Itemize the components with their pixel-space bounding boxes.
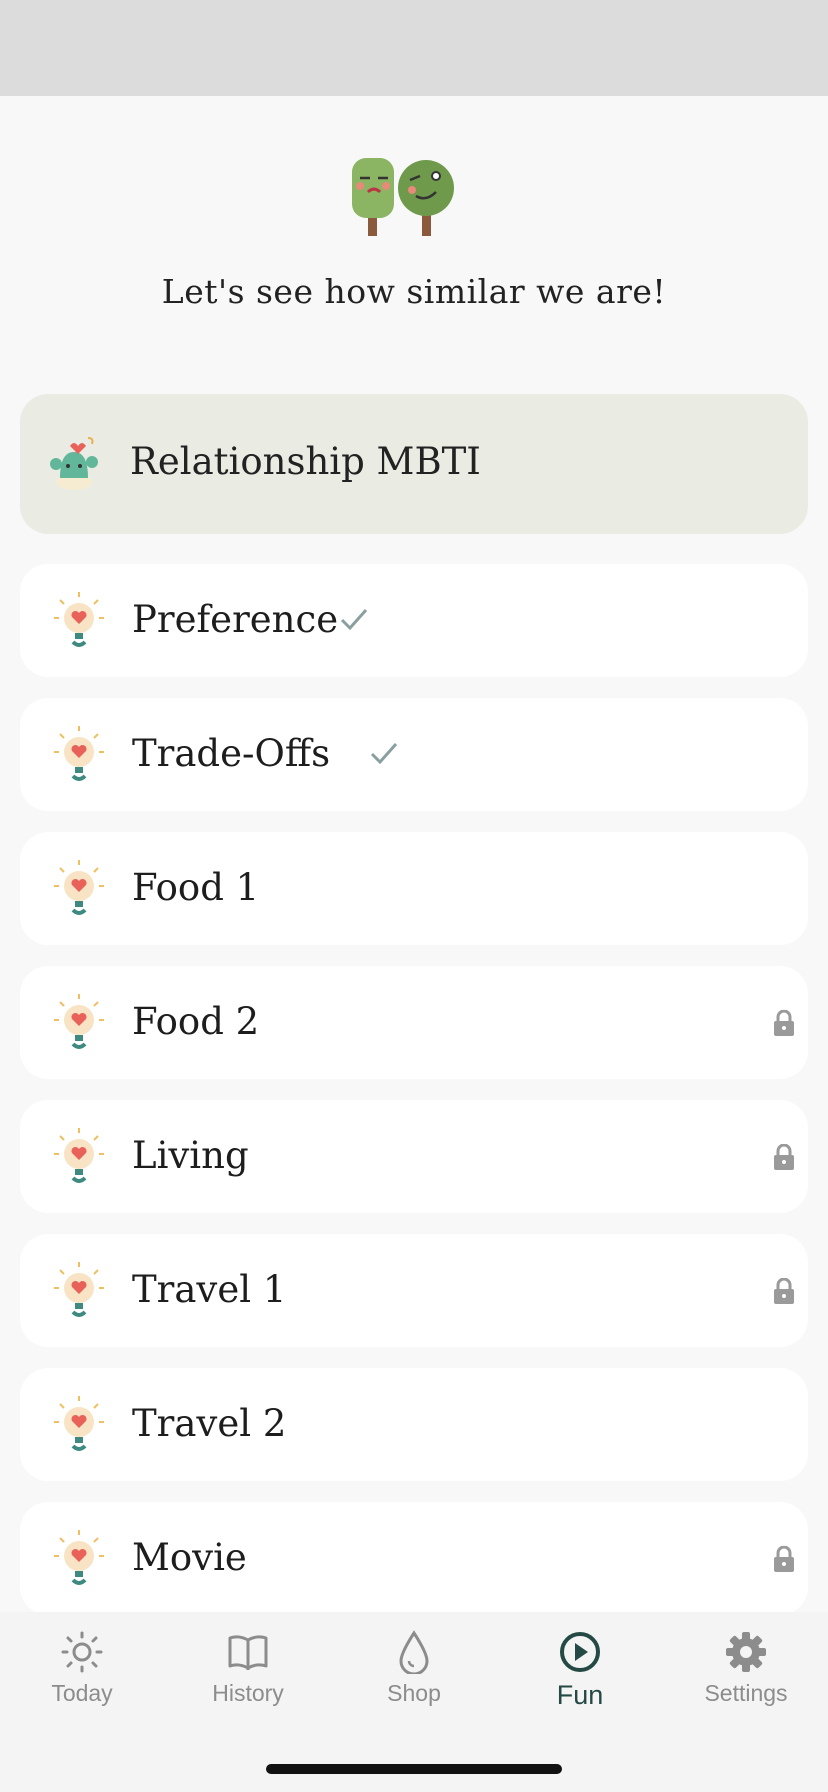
lightbulb-heart-icon <box>54 1262 104 1317</box>
status-bar <box>0 0 828 96</box>
quiz-list: Preference Trade-Offs Food 1 Food 2 Livi… <box>20 564 808 1636</box>
tab-label: Today <box>51 1680 113 1706</box>
lightbulb-heart-icon <box>54 1396 104 1451</box>
list-item-food-2[interactable]: Food 2 <box>20 966 808 1079</box>
tab-shop[interactable]: Shop <box>344 1630 484 1707</box>
tab-history[interactable]: History <box>178 1630 318 1707</box>
list-item-travel-1[interactable]: Travel 1 <box>20 1234 808 1347</box>
header-card-label: Relationship MBTI <box>130 440 481 483</box>
lock-icon <box>774 1144 794 1170</box>
checkmark-icon <box>370 743 398 764</box>
list-item-title: Travel 1 <box>132 1268 287 1311</box>
lightbulb-heart-icon <box>54 994 104 1049</box>
list-item-title: Food 2 <box>132 1000 260 1043</box>
list-item-travel-2[interactable]: Travel 2 <box>20 1368 808 1481</box>
lightbulb-heart-icon <box>54 1128 104 1183</box>
list-item-movie[interactable]: Movie <box>20 1502 808 1615</box>
list-item-title: Food 1 <box>132 866 260 909</box>
page-headline: Let's see how similar we are! <box>161 272 667 311</box>
list-item-title: Movie <box>132 1536 247 1579</box>
lightbulb-heart-icon <box>54 592 104 647</box>
lightbulb-heart-icon <box>54 860 104 915</box>
tree-couple-mascot-icon <box>352 158 454 236</box>
cactus-icon <box>50 437 98 490</box>
relationship-mbti-header[interactable]: Relationship MBTI <box>20 394 808 534</box>
list-item-title: Travel 2 <box>132 1402 287 1445</box>
list-item-living[interactable]: Living <box>20 1100 808 1213</box>
tab-label: Shop <box>387 1680 441 1706</box>
list-item-food-1[interactable]: Food 1 <box>20 832 808 945</box>
list-item-title: Trade-Offs <box>132 732 331 775</box>
tab-today[interactable]: Today <box>12 1630 152 1707</box>
tab-label: History <box>212 1680 284 1706</box>
tab-fun[interactable]: Fun <box>510 1630 650 1711</box>
lock-icon <box>774 1546 794 1572</box>
sun-icon <box>61 1631 103 1673</box>
tab-label: Fun <box>556 1680 604 1710</box>
lightbulb-heart-icon <box>54 1530 104 1585</box>
lock-icon <box>774 1010 794 1036</box>
tab-label: Settings <box>704 1680 788 1706</box>
play-circle-icon <box>560 1632 600 1672</box>
home-indicator <box>266 1764 562 1774</box>
lightbulb-heart-icon <box>54 726 104 781</box>
book-icon <box>228 1635 268 1670</box>
list-item-title: Preference <box>132 598 339 641</box>
checkmark-icon <box>340 609 368 630</box>
drop-icon <box>399 1630 429 1674</box>
gear-icon <box>726 1632 766 1672</box>
list-item-title: Living <box>132 1134 249 1177</box>
lock-icon <box>774 1278 794 1304</box>
tab-settings[interactable]: Settings <box>676 1630 816 1707</box>
list-item-preference[interactable]: Preference <box>20 564 808 677</box>
list-item-trade-offs[interactable]: Trade-Offs <box>20 698 808 811</box>
